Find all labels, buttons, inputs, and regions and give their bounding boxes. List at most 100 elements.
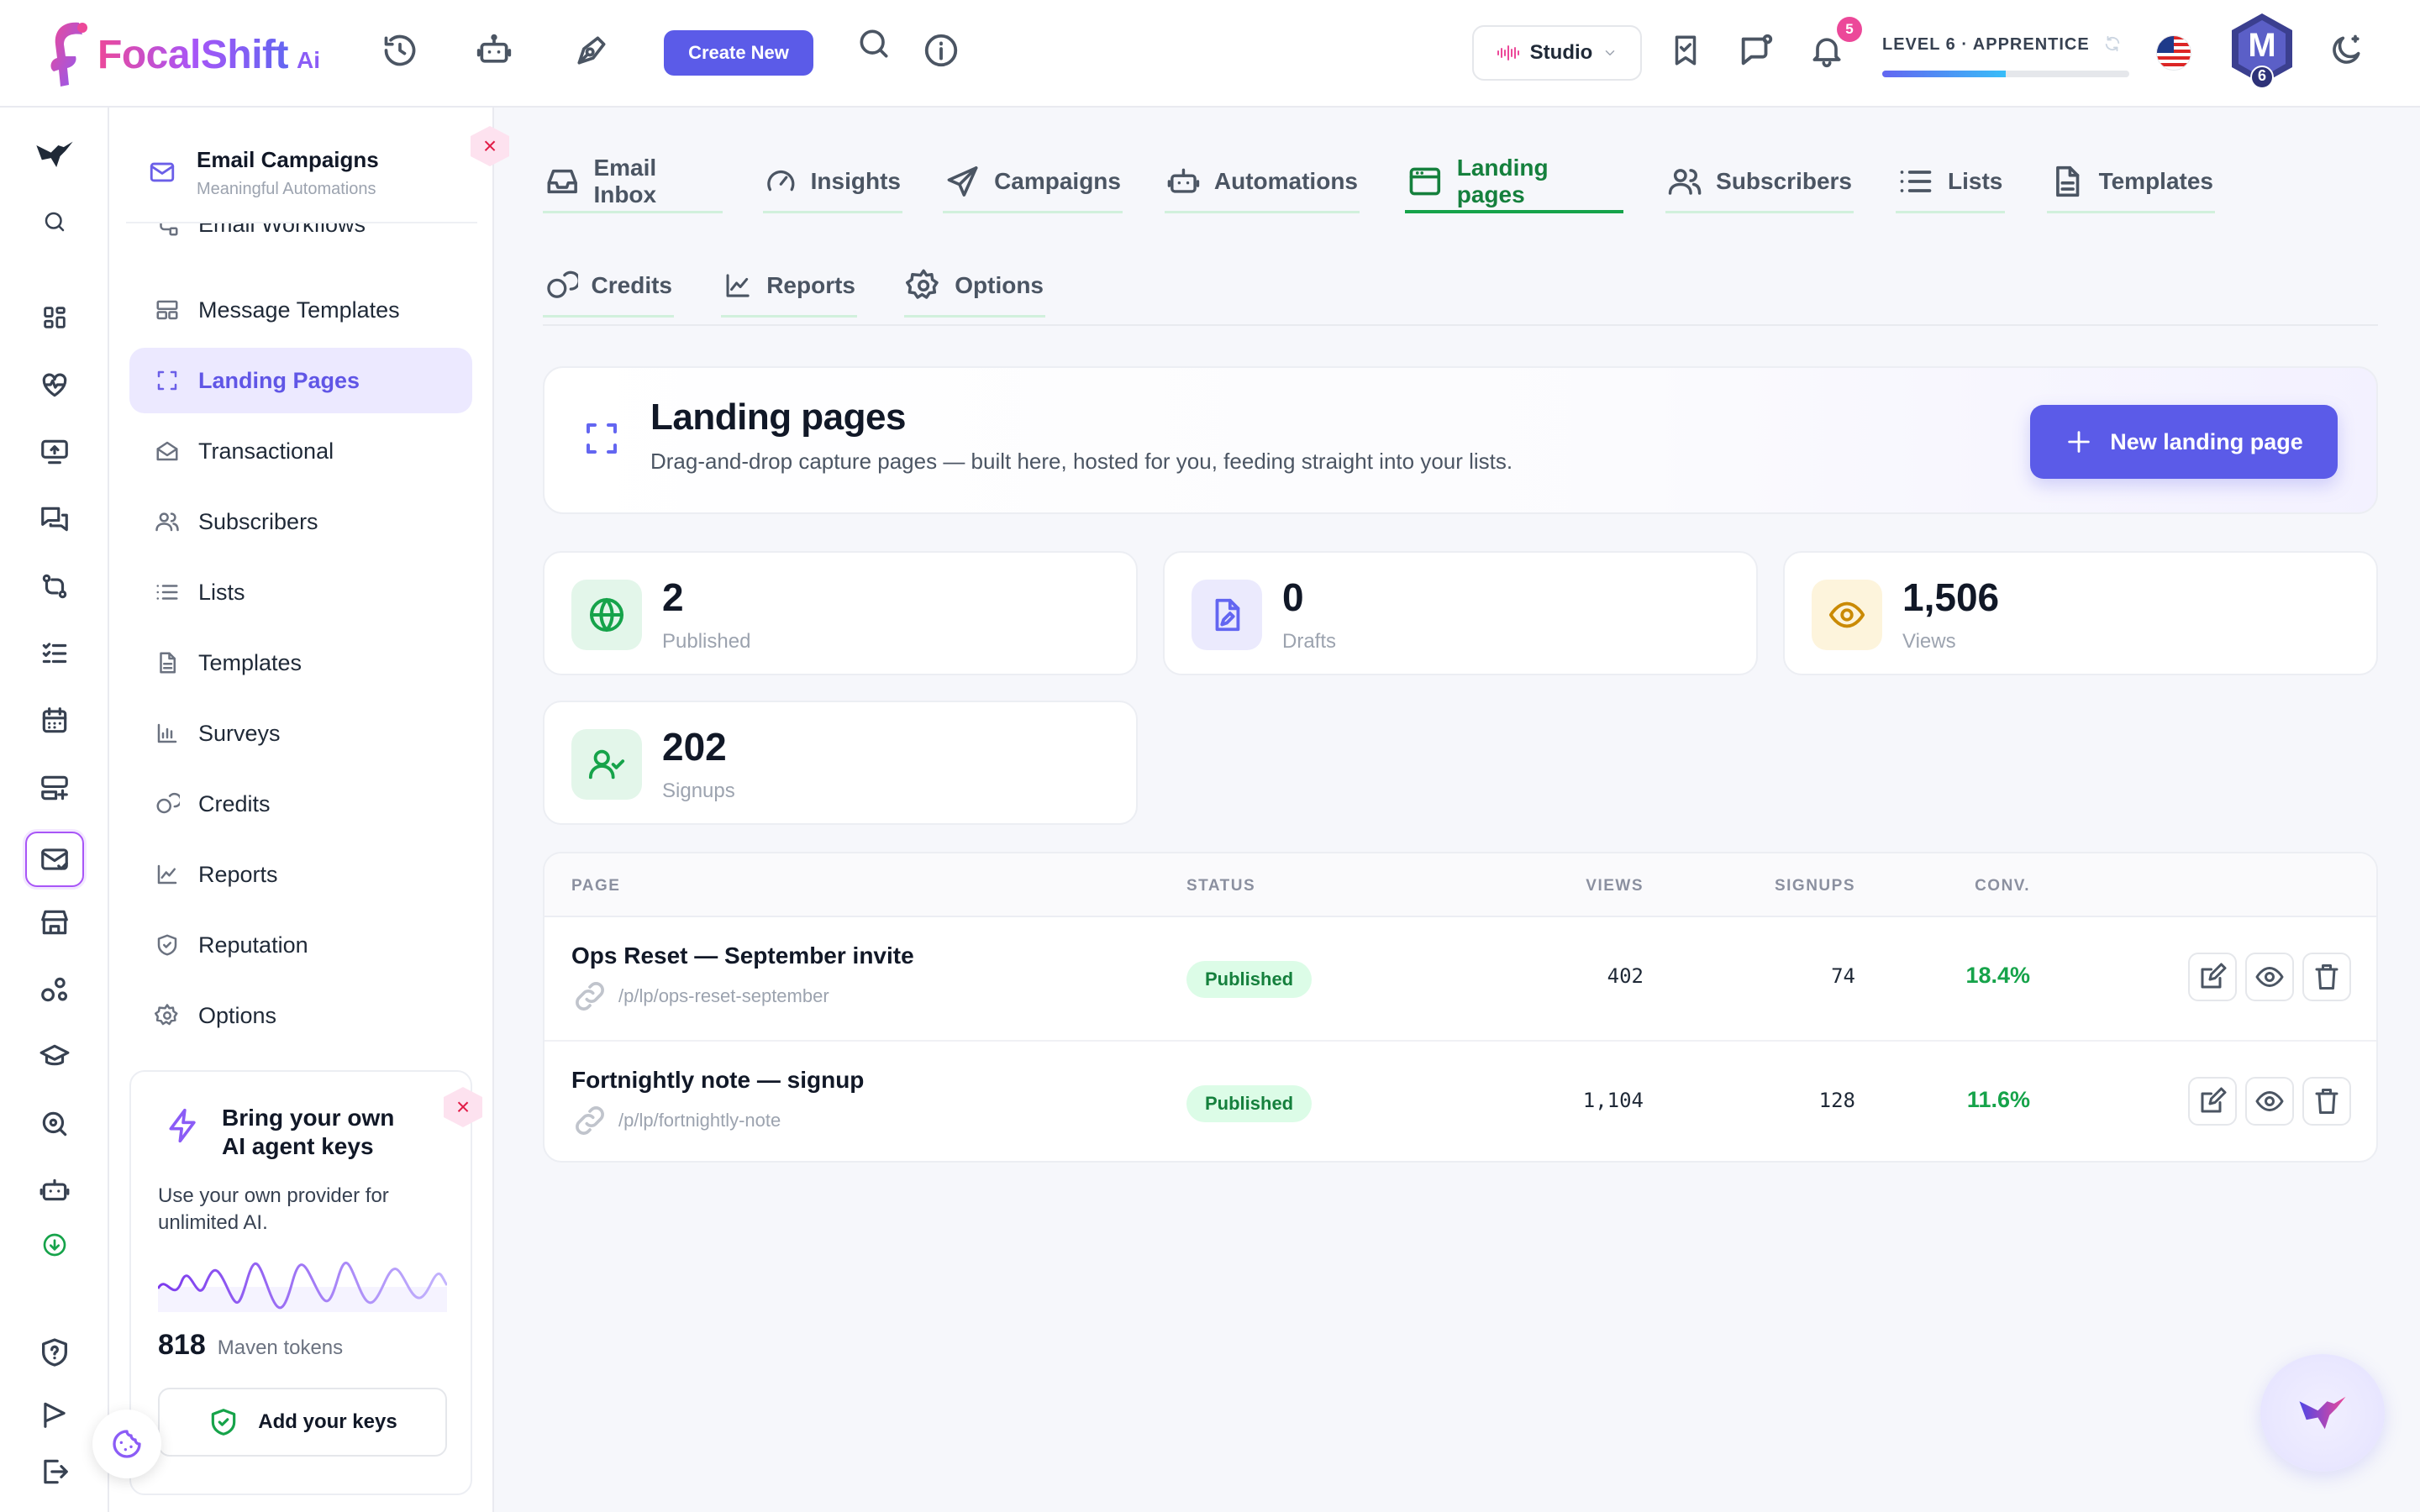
sidebar-item-label: Transactional (198, 438, 334, 464)
search-location-icon[interactable] (31, 1100, 78, 1147)
document-icon (2056, 165, 2080, 197)
sidebar-item-subscribers[interactable]: Subscribers (129, 489, 472, 554)
eye-icon (1828, 601, 1865, 628)
tab-campaigns[interactable]: Campaigns (943, 150, 1123, 213)
sidebar-item-label: Landing Pages (198, 367, 360, 393)
studio-selector[interactable]: Studio (1472, 25, 1642, 81)
tab-reports[interactable]: Reports (721, 254, 857, 318)
graduation-cap-icon[interactable] (31, 1033, 78, 1080)
sidebar-item-credits[interactable]: Credits (129, 771, 472, 837)
dashboard-icon[interactable] (31, 294, 78, 341)
sidebar-item-email-workflows[interactable]: Email Workflows (129, 223, 472, 252)
download-circle-icon[interactable] (31, 1221, 78, 1268)
logo[interactable]: FocalShift Ai (45, 18, 320, 91)
moon-icon[interactable] (2323, 27, 2370, 74)
bookmark-check-icon[interactable] (1662, 27, 1709, 74)
messages-icon[interactable] (1733, 27, 1780, 74)
storefront-icon[interactable] (31, 899, 78, 946)
layout-icon (156, 300, 178, 320)
preview-button[interactable] (2245, 953, 2294, 1001)
avatar-letter: M (2248, 27, 2276, 64)
sidebar-item-reports[interactable]: Reports (129, 842, 472, 907)
chat-icon[interactable] (31, 496, 78, 543)
sidebar-item-label: Credits (198, 790, 271, 816)
cookie-settings-button[interactable] (92, 1410, 161, 1478)
tab-options[interactable]: Options (904, 254, 1045, 318)
column-header-page[interactable]: PAGE (571, 877, 620, 895)
us-flag-icon[interactable] (2156, 35, 2191, 71)
info-icon[interactable] (918, 27, 965, 74)
bot-message-icon[interactable] (31, 1168, 78, 1215)
email-campaigns-icon[interactable] (25, 832, 84, 887)
tabs-divider (543, 324, 2378, 326)
server-plus-icon[interactable] (31, 764, 78, 811)
shield-question-icon[interactable] (31, 1329, 78, 1376)
views-value: 1,104 (1582, 1089, 1644, 1112)
checklist-icon[interactable] (31, 630, 78, 677)
tab-insights[interactable]: Insights (763, 150, 902, 213)
studio-label: Studio (1529, 41, 1593, 64)
stat-label: Drafts (1282, 630, 1337, 653)
flag-icon[interactable] (31, 1391, 78, 1438)
tab-templates[interactable]: Templates (2047, 150, 2215, 213)
pen-tool-icon[interactable] (568, 27, 615, 74)
tab-email-inbox[interactable]: Email Inbox (543, 150, 723, 213)
page-title: Landing pages (650, 396, 906, 438)
search-icon[interactable] (31, 198, 78, 245)
tab-subscribers[interactable]: Subscribers (1665, 150, 1854, 213)
sidebar-item-surveys[interactable]: Surveys (129, 701, 472, 766)
link-icon (576, 1106, 604, 1135)
create-new-button[interactable]: Create New (664, 30, 813, 76)
tab-credits[interactable]: Credits (543, 254, 674, 318)
sidebar-item-message-templates[interactable]: Message Templates (129, 277, 472, 343)
page-url[interactable]: /p/lp/fortnightly-note (571, 1102, 781, 1139)
delete-button[interactable] (2302, 1077, 2351, 1126)
edit-button[interactable] (2188, 953, 2237, 1001)
hummingbird-icon[interactable] (31, 133, 78, 180)
git-compare-icon[interactable] (31, 563, 78, 610)
tab-landing-pages[interactable]: Landing pages (1405, 150, 1623, 213)
add-your-keys-button[interactable]: Add your keys (158, 1388, 447, 1457)
new-landing-page-label: New landing page (2110, 428, 2303, 454)
history-icon[interactable] (376, 27, 424, 74)
sidebar-item-lists[interactable]: Lists (129, 559, 472, 625)
calendar-icon[interactable] (31, 697, 78, 744)
heart-pulse-icon[interactable] (31, 361, 78, 408)
sidebar-item-reputation[interactable]: Reputation (129, 912, 472, 978)
assistant-fab-button[interactable] (2260, 1354, 2385, 1472)
sidebar-item-options[interactable]: Options (129, 983, 472, 1048)
avatar[interactable]: M 6 (2228, 12, 2296, 91)
tab-lists[interactable]: Lists (1896, 150, 2005, 213)
page-name[interactable]: Ops Reset — September invite (571, 942, 914, 969)
table-row[interactable]: Fortnightly note — signup /p/lp/fortnigh… (544, 1042, 2376, 1161)
robot-icon[interactable] (471, 27, 518, 74)
sidebar-item-transactional[interactable]: Transactional (129, 418, 472, 484)
preview-button[interactable] (2245, 1077, 2294, 1126)
status-badge: Published (1186, 961, 1313, 998)
column-header-conv[interactable]: CONV. (1929, 877, 2030, 895)
logout-icon[interactable] (31, 1448, 78, 1495)
search-icon[interactable] (850, 20, 897, 67)
column-header-status[interactable]: STATUS (1186, 877, 1255, 895)
tokens-label: Maven tokens (217, 1336, 344, 1359)
column-header-signups[interactable]: SIGNUPS (1738, 877, 1855, 895)
chevron-down-icon (1606, 50, 1615, 55)
sidebar-item-landing-pages[interactable]: Landing Pages (129, 348, 472, 413)
sidebar-item-templates[interactable]: Templates (129, 630, 472, 696)
column-header-views[interactable]: VIEWS (1543, 877, 1644, 895)
monitor-upload-icon[interactable] (31, 428, 78, 475)
stat-card-signups: 202 Signups (543, 701, 1138, 825)
shapes-icon[interactable] (31, 966, 78, 1013)
table-row[interactable]: Ops Reset — September invite /p/lp/ops-r… (544, 917, 2376, 1042)
edit-button[interactable] (2188, 1077, 2237, 1126)
tab-label: Reports (766, 272, 855, 298)
bar-chart-icon (157, 723, 177, 743)
line-chart-icon (726, 274, 750, 297)
delete-button[interactable] (2302, 953, 2351, 1001)
file-pen-icon (1215, 598, 1240, 632)
page-url[interactable]: /p/lp/ops-reset-september (571, 978, 829, 1015)
refresh-icon[interactable] (2092, 24, 2133, 64)
page-name[interactable]: Fortnightly note — signup (571, 1067, 864, 1094)
new-landing-page-button[interactable]: New landing page (2030, 405, 2338, 479)
tab-automations[interactable]: Automations (1165, 150, 1360, 213)
